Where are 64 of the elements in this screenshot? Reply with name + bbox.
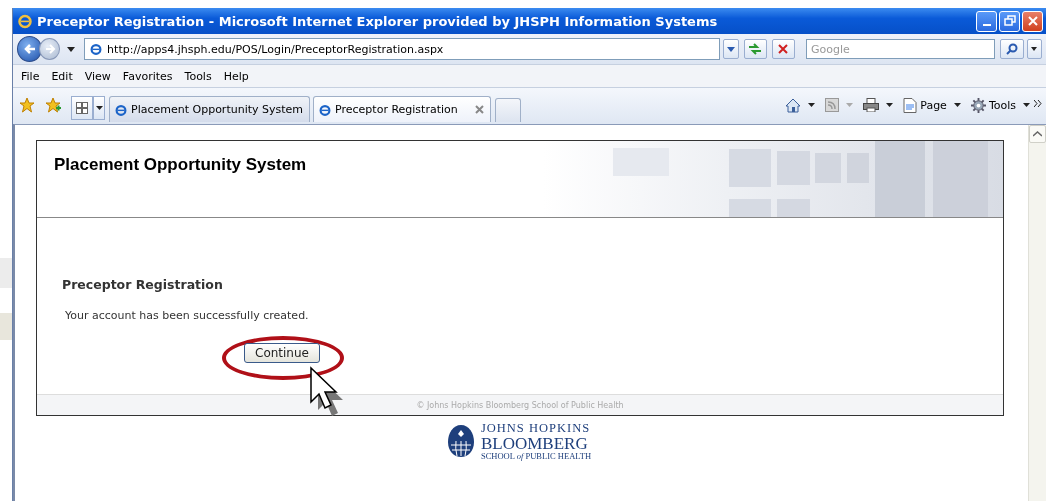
scroll-up-button[interactable] xyxy=(1029,125,1046,143)
menu-item[interactable]: Tools xyxy=(178,69,218,83)
grid-icon xyxy=(76,102,88,114)
add-favorite-icon[interactable] xyxy=(45,97,61,113)
home-button[interactable] xyxy=(785,97,816,113)
refresh-icon xyxy=(748,43,763,55)
feeds-button[interactable] xyxy=(825,98,854,112)
browser-tab[interactable]: Placement Opportunity System xyxy=(109,96,311,122)
stop-button[interactable] xyxy=(771,39,795,59)
caret-icon xyxy=(886,103,894,107)
restore-icon xyxy=(1003,15,1016,27)
address-dropdown-button[interactable] xyxy=(723,39,739,59)
gear-icon xyxy=(970,97,986,113)
tools-menu-button[interactable]: Tools xyxy=(970,97,1030,113)
menu-item[interactable]: Edit xyxy=(45,69,79,83)
caret-icon xyxy=(95,106,103,110)
continue-button[interactable]: Continue xyxy=(244,343,320,363)
search-field[interactable]: Google xyxy=(806,39,996,59)
site-title: Placement Opportunity System xyxy=(53,154,307,176)
browser-tab[interactable]: Preceptor Registration xyxy=(313,96,492,122)
history-dropdown-icon[interactable] xyxy=(67,46,76,52)
minimize-button[interactable] xyxy=(976,10,997,32)
close-tab-icon[interactable] xyxy=(475,105,485,114)
address-field[interactable]: http://apps4.jhsph.edu/POS/Login/PreceptorRegistration.aspx xyxy=(84,38,721,60)
logo-text: BLOOMBERG xyxy=(480,434,589,452)
caret-icon xyxy=(1023,103,1030,107)
caret-icon xyxy=(726,46,735,52)
search-options-button[interactable] xyxy=(1026,39,1042,59)
home-icon xyxy=(785,97,802,113)
feed-icon xyxy=(825,98,840,112)
caret-icon xyxy=(1031,47,1038,51)
printer-icon xyxy=(863,98,880,112)
page-menu-button[interactable]: Page xyxy=(903,97,961,113)
logo-text: JOHNS HOPKINS xyxy=(480,422,592,435)
search-icon xyxy=(1005,43,1018,55)
caret-icon xyxy=(846,103,854,107)
menu-item[interactable]: File xyxy=(15,69,46,83)
search-button[interactable] xyxy=(1000,39,1024,59)
section-heading: Preceptor Registration xyxy=(62,277,224,292)
left-arrow-icon xyxy=(22,42,37,56)
up-caret-icon xyxy=(1033,131,1042,137)
shield-emblem-icon xyxy=(446,424,475,458)
logo-text: SCHOOL of PUBLIC HEALTH xyxy=(480,451,592,460)
print-button[interactable] xyxy=(863,98,894,112)
menu-item[interactable]: Help xyxy=(217,69,255,83)
caret-icon xyxy=(808,103,816,107)
restore-button[interactable] xyxy=(999,10,1020,32)
refresh-button[interactable] xyxy=(743,39,767,59)
success-message: Your account has been successfully created. xyxy=(65,309,310,322)
window-title: Preceptor Registration - Microsoft Internet Explorer provided by JHSPH Information Systems xyxy=(37,13,719,29)
close-icon xyxy=(1026,15,1039,27)
right-arrow-icon xyxy=(43,43,56,55)
favorites-star-icon[interactable] xyxy=(19,97,35,113)
menu-item[interactable]: Favorites xyxy=(116,69,179,83)
tab-list-button[interactable] xyxy=(93,96,105,120)
forward-button[interactable] xyxy=(39,38,61,60)
quick-tabs-button[interactable] xyxy=(71,96,93,120)
scrollbar[interactable] xyxy=(1028,125,1046,501)
close-button[interactable] xyxy=(1022,10,1043,32)
caret-icon xyxy=(953,103,961,107)
stop-icon xyxy=(778,44,789,54)
copyright-text: © Johns Hopkins Bloomberg School of Public Health xyxy=(416,400,624,410)
minimize-icon xyxy=(982,24,991,26)
menu-item[interactable]: View xyxy=(78,69,117,83)
